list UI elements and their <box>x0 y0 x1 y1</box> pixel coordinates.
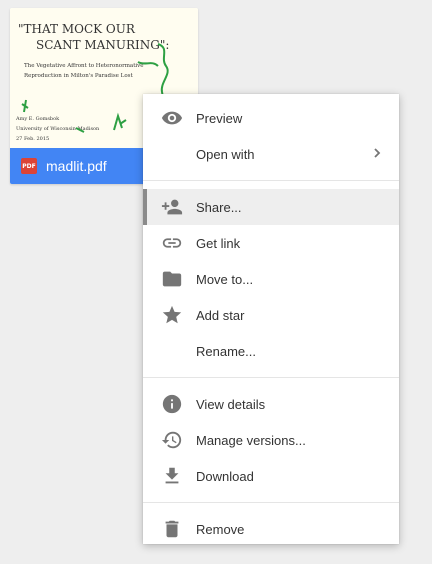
menu-item-preview[interactable]: Preview <box>143 100 399 136</box>
folder-icon <box>160 267 184 291</box>
thumb-date: 27 Feb. 2015 <box>16 136 49 142</box>
menu-item-view-details[interactable]: View details <box>143 386 399 422</box>
menu-item-label: Add star <box>196 307 245 323</box>
history-icon <box>160 428 184 452</box>
trash-icon <box>160 517 184 541</box>
pdf-icon: PDF <box>21 158 37 174</box>
menu-item-label: Download <box>196 468 254 484</box>
file-name: madlit.pdf <box>46 158 107 174</box>
eye-icon <box>160 106 184 130</box>
menu-item-label: Remove <box>196 521 245 537</box>
menu-item-rename[interactable]: Rename... <box>143 333 399 369</box>
menu-item-open-with[interactable]: Open with <box>143 136 399 172</box>
menu-item-remove[interactable]: Remove <box>143 511 399 547</box>
menu-item-get-link[interactable]: Get link <box>143 225 399 261</box>
menu-item-label: Manage versions... <box>196 432 306 448</box>
download-icon <box>160 464 184 488</box>
person-add-icon <box>160 195 184 219</box>
menu-item-move-to[interactable]: Move to... <box>143 261 399 297</box>
menu-item-label: Preview <box>196 110 243 126</box>
menu-item-download[interactable]: Download <box>143 458 399 494</box>
menu-item-share[interactable]: Share... <box>143 189 399 225</box>
star-icon <box>160 303 184 327</box>
thumb-author: Amy E. Gomsbok <box>15 116 60 122</box>
thumb-affiliation: University of Wisconsin-Madison <box>16 126 100 132</box>
menu-divider <box>143 502 399 503</box>
info-icon <box>160 392 184 416</box>
menu-item-add-star[interactable]: Add star <box>143 297 399 333</box>
chevron-right-icon <box>374 148 381 158</box>
thumb-title-line2: SCANT MANURING": <box>36 38 169 52</box>
menu-item-label: Move to... <box>196 271 254 287</box>
menu-item-label: View details <box>196 396 266 412</box>
context-menu: Preview Open with Share... Get link Move… <box>143 94 399 544</box>
menu-divider <box>143 377 399 378</box>
thumb-subtitle-line2: Reproduction in Milton's Paradise Lost <box>24 73 133 79</box>
menu-item-label: Open with <box>196 146 255 162</box>
thumb-subtitle-line1: The Vegetative Affront to Heteronormativ… <box>24 63 144 69</box>
thumb-title-line1: "THAT MOCK OUR <box>18 22 136 36</box>
menu-item-label: Get link <box>196 235 241 251</box>
menu-item-label: Rename... <box>196 343 256 359</box>
link-icon <box>160 231 184 255</box>
menu-divider <box>143 180 399 181</box>
menu-item-manage-versions[interactable]: Manage versions... <box>143 422 399 458</box>
menu-item-label: Share... <box>196 199 242 215</box>
